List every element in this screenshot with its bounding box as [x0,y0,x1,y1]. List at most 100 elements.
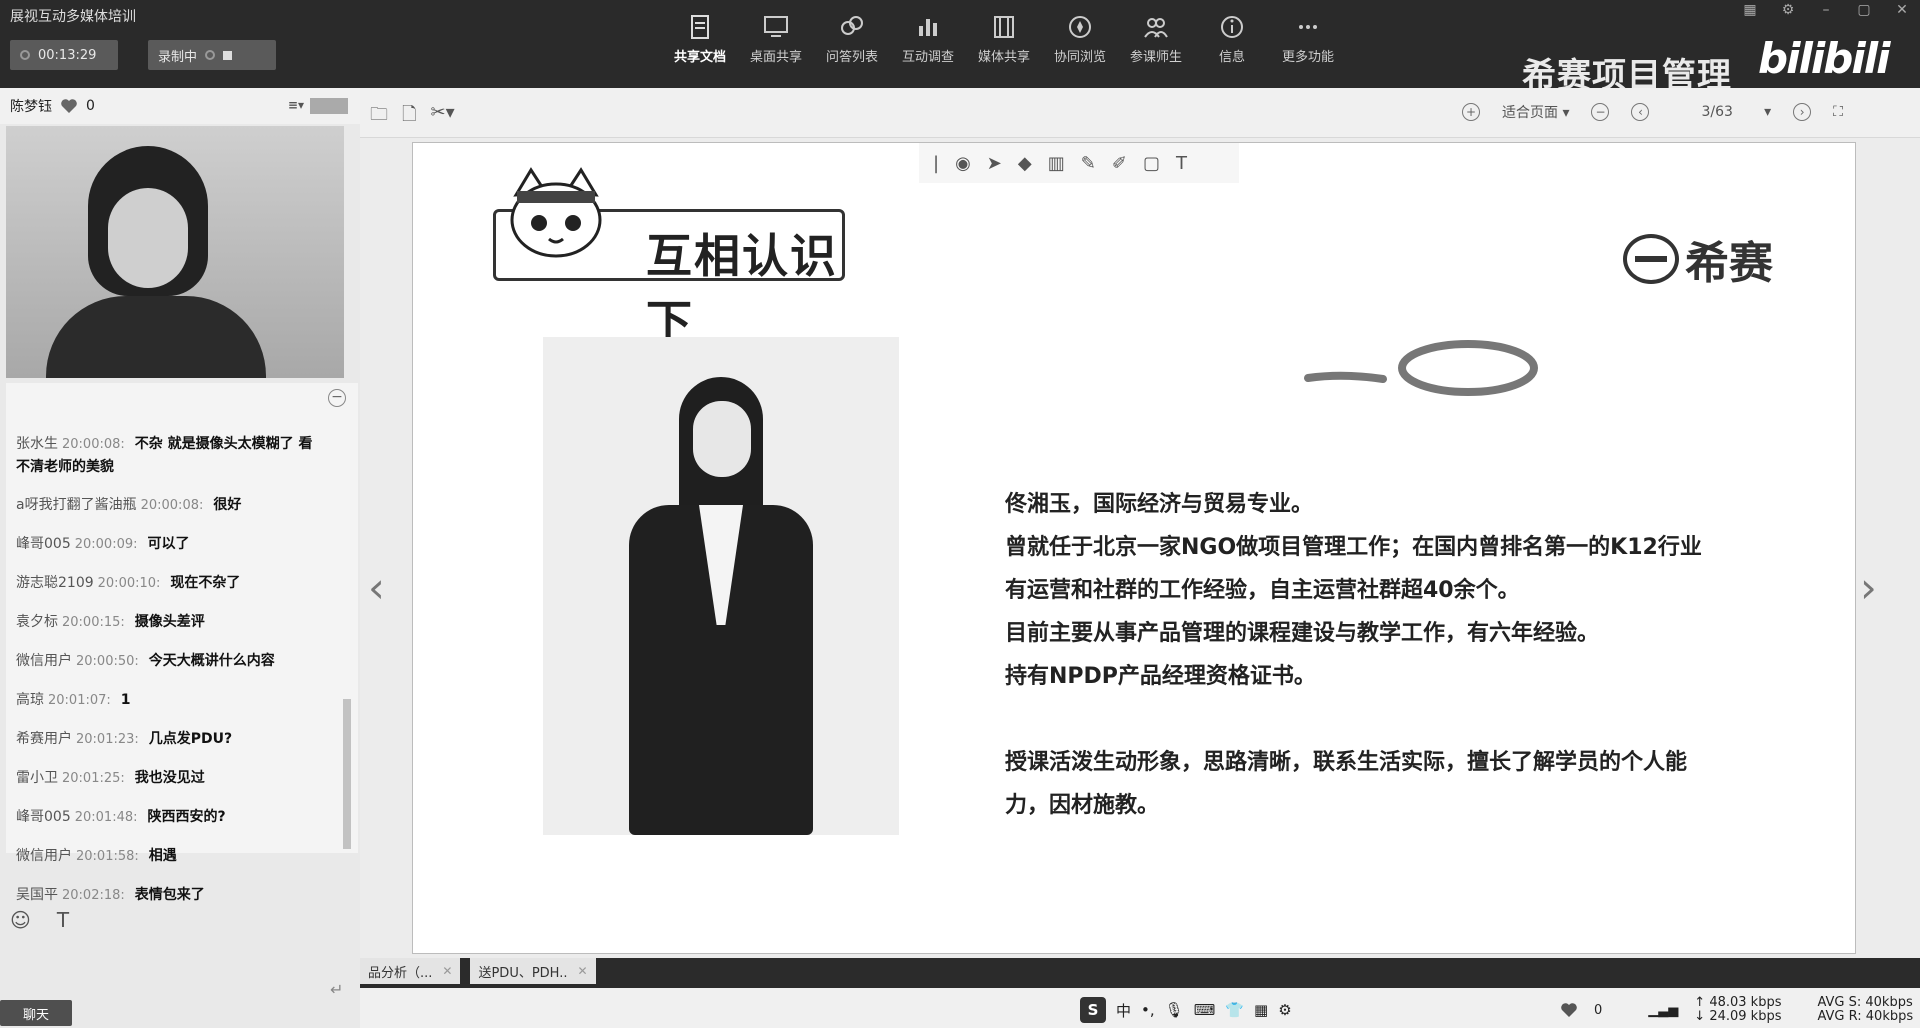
next-slide-arrow[interactable]: › [1860,563,1877,612]
text-format-icon[interactable]: T [57,908,69,932]
punctuation-icon[interactable]: •, [1141,1001,1155,1019]
open-folder-icon[interactable]: 🗀 [370,102,388,132]
document-tab[interactable]: 品分析（... ✕ [360,958,461,984]
gear-icon[interactable]: ⚙ [1780,2,1796,18]
tool-share-document[interactable]: 共享文档 [662,14,738,65]
zoom-out-icon[interactable]: − [1591,103,1610,121]
close-tab-icon[interactable]: ✕ [578,964,588,978]
tool-qa-list[interactable]: 问答列表 [814,14,890,65]
survey-chart-icon [919,19,937,36]
bandwidth: ↑ 48.03 kbps ↓ 24.09 kbps [1694,995,1782,1024]
instructor-photo [543,337,899,835]
zoom-in-icon[interactable]: + [1462,103,1480,121]
chat-message: 吴国平 20:02:18: 表情包来了 [16,887,205,903]
fit-select[interactable]: 适合页面 ▾ [1502,102,1569,122]
banner-title: 互相认识下 [646,229,838,349]
next-page-icon[interactable]: › [1793,103,1812,121]
microphone-icon[interactable]: 🎙 [1165,1001,1184,1019]
users-icon [1144,18,1168,38]
speaker-video [6,126,344,378]
emoji-icon[interactable]: ☺ [10,908,31,932]
record-icon[interactable]: ◉ [955,153,971,174]
tool-survey[interactable]: 互动调查 [890,14,966,65]
fullscreen-icon[interactable]: ⛶ [1833,104,1843,120]
xisai-mark-icon [1623,234,1679,284]
network-stats: 0 ▁▃▅ ↑ 48.03 kbps ↓ 24.09 kbps AVG S: 4… [1560,994,1913,1026]
maximize-icon[interactable]: ▢ [1856,2,1872,18]
minimize-icon[interactable]: – [1818,2,1834,18]
close-tab-icon[interactable]: ✕ [442,964,452,978]
chat-message: 高琼 20:01:07: 1 [16,692,131,708]
rectangle-icon[interactable]: ▢ [1143,153,1160,174]
signal-icon: ▁▃▅ [1648,1002,1679,1018]
tool-desktop-share[interactable]: 桌面共享 [738,14,814,65]
text-tool-icon[interactable]: T [1176,153,1187,174]
heart-icon[interactable] [60,98,78,114]
document-share-icon [691,15,709,39]
scissors-icon[interactable]: ✂▾ [430,102,454,132]
bilibili-watermark: bilibili [1758,34,1891,83]
chat-send-button[interactable]: 聊天 [0,1000,72,1026]
clear-icon[interactable]: ▥ [1048,153,1065,174]
compass-icon [1069,16,1091,38]
speaker-name: 陈梦钰 [10,99,52,115]
ime-language[interactable]: 中 [1116,1000,1131,1021]
recording-button[interactable]: 录制中 [148,40,276,70]
toolbox-icon[interactable]: ▦ [1254,1001,1268,1019]
page-indicator[interactable]: 3/63 ▾ [1701,104,1771,120]
tool-co-browse[interactable]: 协同浏览 [1042,14,1118,65]
collapse-icon[interactable]: − [328,389,346,407]
speaker-likes: 0 [86,98,95,114]
info-icon [1221,16,1243,38]
tool-participants[interactable]: 参课师生 [1118,14,1194,65]
top-bar: 展视互动多媒体培训 00:13:29 录制中 共享文档 桌面共享 问答列表 互动… [0,0,1920,96]
recording-label: 录制中 [158,49,198,65]
document-tab[interactable]: 送PDU、PDH.. ✕ [470,958,596,984]
pointer-icon[interactable]: ➤ [987,153,1002,174]
keyboard-icon[interactable]: ⌨ [1194,1001,1216,1019]
chat-tools: ☺ T [10,908,69,932]
qa-icon [841,16,863,35]
tool-info[interactable]: 信息 [1194,14,1270,65]
ime-toolbar: S 中 •, 🎙 ⌨ 👕 ▦ ⚙ [1080,996,1292,1024]
tool-media-share[interactable]: 媒体共享 [966,14,1042,65]
chat-message: 希赛用户 20:01:23: 几点发PDU? [16,731,233,747]
stop-icon[interactable] [223,50,233,60]
new-document-icon[interactable]: 🗋 [402,102,416,132]
settings-icon[interactable]: ⚙ [1278,1001,1291,1019]
eraser-icon[interactable]: ◆ [1018,153,1032,174]
chat-message: 峰哥005 20:00:09: 可以了 [16,536,190,552]
pen-icon[interactable]: ✎ [1081,153,1096,174]
menu-icon[interactable]: ≡▾ [288,98,304,114]
instructor-bio: 佟湘玉，国际经济与贸易专业。 曾就任于北京一家NGO做项目管理工作；在国内曾排名… [1005,492,1702,818]
skin-icon[interactable]: 👕 [1225,1001,1244,1019]
clock-icon [20,50,30,60]
more-icon [1299,25,1317,29]
document-area: ‹ › | ◉ ➤ ◆ ▥ ✎ ✐ ▢ T 互相认识下 希赛 佟湘玉，国际经济与… [360,138,1920,958]
chat-scrollbar[interactable] [342,429,352,849]
volume-indicator [310,98,348,114]
chat-message: 微信用户 20:01:58: 相遇 [16,848,177,864]
chat-messages: 张水生 20:00:08: 不杂 就是摄像头太模糊了 看不清老师的美貌 a呀我打翻了… [16,433,326,923]
enter-icon[interactable]: ↵ [330,980,343,999]
marker-icon[interactable]: ✐ [1112,153,1127,174]
pause-icon[interactable] [205,50,216,60]
close-icon[interactable]: ✕ [1894,2,1910,18]
timer-display: 00:13:29 [10,40,118,70]
prev-page-icon[interactable]: ‹ [1631,103,1650,121]
speaker-row: 陈梦钰 0 ≡▾ [0,88,360,124]
drag-handle-icon[interactable]: | [933,153,939,174]
chat-message: 张水生 20:00:08: 不杂 就是摄像头太模糊了 看不清老师的美貌 [16,436,313,475]
layout-icon[interactable]: ▦ [1742,2,1758,18]
window-controls: ▦ ⚙ – ▢ ✕ [1742,2,1910,18]
annotation-scribble [1304,340,1538,396]
xisai-logo: 希赛 [1623,227,1773,291]
document-tabs: 品分析（... ✕ 送PDU、PDH.. ✕ [360,958,596,986]
heart-icon[interactable] [1560,1002,1578,1018]
film-icon [994,16,1014,38]
prev-slide-arrow[interactable]: ‹ [368,563,385,612]
document-toolbar: 🗀 🗋 ✂▾ + 适合页面 ▾ − ‹ 3/63 ▾ › ⛶ [360,88,1920,138]
sogou-logo-icon[interactable]: S [1080,997,1106,1023]
app-title: 展视互动多媒体培训 [10,9,136,25]
tool-more[interactable]: 更多功能 [1270,14,1346,65]
